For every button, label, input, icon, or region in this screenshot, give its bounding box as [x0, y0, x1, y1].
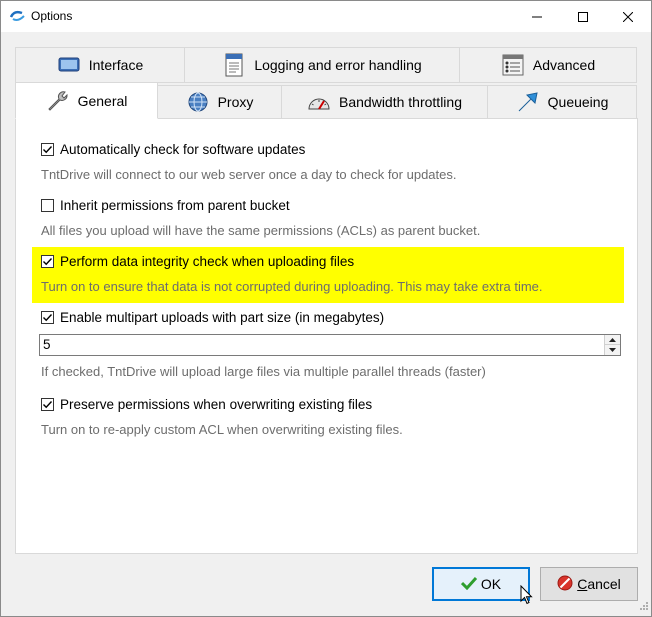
option-check-updates[interactable]: Automatically check for software updates — [41, 142, 305, 157]
options-dialog: Options Interface Logging and error hand… — [0, 0, 652, 617]
check-updates-label: Automatically check for software updates — [60, 142, 306, 157]
close-button[interactable] — [605, 1, 651, 32]
tab-logging-label: Logging and error handling — [254, 57, 422, 73]
option-data-integrity[interactable]: Perform data integrity check when upload… — [41, 254, 354, 269]
inherit-permissions-description: All files you upload will have the same … — [41, 223, 481, 238]
close-icon — [623, 11, 633, 22]
part-size-value[interactable]: 5 — [43, 337, 51, 352]
cancel-icon — [557, 575, 573, 594]
tab-queueing-label: Queueing — [547, 94, 609, 110]
spin-buttons — [604, 335, 620, 355]
multipart-uploads-description: If checked, TntDrive will upload large f… — [41, 364, 486, 379]
minimize-button[interactable] — [514, 1, 560, 32]
check-updates-checkbox[interactable] — [41, 143, 54, 156]
tab-general[interactable]: General — [15, 82, 158, 119]
tab-advanced-label: Advanced — [532, 57, 596, 73]
window-title: Options — [31, 9, 73, 23]
document-icon — [222, 53, 246, 77]
tab-interface-label: Interface — [88, 57, 144, 73]
option-inherit-permissions[interactable]: Inherit permissions from parent bucket — [41, 198, 290, 213]
inherit-permissions-checkbox[interactable] — [41, 199, 54, 212]
maximize-button[interactable] — [560, 1, 606, 32]
resize-grip-icon[interactable] — [639, 599, 649, 614]
spin-down-button[interactable] — [605, 345, 620, 355]
tab-logging[interactable]: Logging and error handling — [184, 47, 460, 83]
title-bar[interactable]: Options — [1, 1, 651, 32]
arrow-icon — [516, 91, 540, 113]
tab-queueing[interactable]: Queueing — [487, 85, 637, 119]
tab-advanced[interactable]: Advanced — [459, 47, 637, 83]
preserve-permissions-description: Turn on to re-apply custom ACL when over… — [41, 422, 403, 437]
checkmark-icon — [43, 401, 53, 409]
ok-button-label: OK — [480, 576, 502, 592]
maximize-icon — [578, 11, 588, 22]
minimize-icon — [532, 16, 542, 17]
monitor-icon — [57, 54, 81, 76]
spin-up-button[interactable] — [605, 335, 620, 345]
checkmark-icon — [43, 314, 53, 322]
part-size-spinbox[interactable]: 5 — [39, 334, 621, 356]
caret-up-icon — [609, 337, 616, 342]
cancel-button-label: Cancel — [577, 576, 621, 592]
tntdrive-logo-icon — [9, 10, 26, 22]
tab-bandwidth-label: Bandwidth throttling — [339, 94, 462, 110]
cancel-accelerator: C — [577, 576, 588, 592]
inherit-permissions-label: Inherit permissions from parent bucket — [60, 198, 290, 213]
data-integrity-label: Perform data integrity check when upload… — [60, 254, 355, 269]
checkmark-icon — [43, 146, 53, 154]
preserve-permissions-checkbox[interactable] — [41, 398, 54, 411]
globe-icon — [186, 91, 210, 113]
cancel-button[interactable]: Cancel — [540, 567, 638, 601]
tab-interface[interactable]: Interface — [15, 47, 185, 83]
multipart-uploads-checkbox[interactable] — [41, 311, 54, 324]
checkmark-icon — [43, 258, 53, 266]
tab-general-label: General — [77, 92, 128, 109]
caret-down-icon — [609, 348, 616, 352]
multipart-uploads-label: Enable multipart uploads with part size … — [60, 310, 385, 325]
tab-proxy-label: Proxy — [217, 94, 254, 110]
cancel-label-rest: ancel — [587, 576, 621, 592]
check-updates-description: TntDrive will connect to our web server … — [41, 167, 457, 182]
speedometer-icon — [307, 91, 331, 113]
checkmark-icon — [460, 576, 477, 593]
mouse-cursor-icon — [520, 584, 533, 608]
data-integrity-description: Turn on to ensure that data is not corru… — [41, 279, 543, 294]
data-integrity-checkbox[interactable] — [41, 255, 54, 268]
option-preserve-permissions[interactable]: Preserve permissions when overwriting ex… — [41, 397, 372, 412]
settings-list-icon — [501, 54, 525, 76]
tab-proxy[interactable]: Proxy — [157, 85, 282, 119]
preserve-permissions-label: Preserve permissions when overwriting ex… — [60, 397, 373, 412]
tab-bandwidth-throttling[interactable]: Bandwidth throttling — [281, 85, 488, 119]
wrench-icon — [46, 90, 70, 112]
option-multipart-uploads[interactable]: Enable multipart uploads with part size … — [41, 310, 384, 325]
ok-button[interactable]: OK — [432, 567, 530, 601]
